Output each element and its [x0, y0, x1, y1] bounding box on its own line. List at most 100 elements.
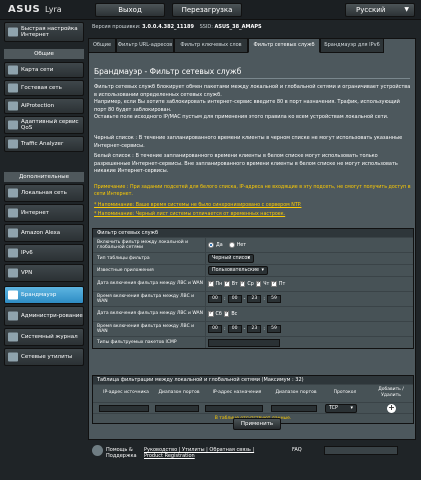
- day-label: Вт: [231, 281, 238, 287]
- enable-filter-radios: Да Нет: [208, 238, 246, 252]
- language-select[interactable]: Русский ▼: [345, 3, 415, 17]
- filter-type-row: Тип таблицы фильтра Черный список ▾: [93, 252, 413, 264]
- checkbox-wed[interactable]: ✓: [239, 281, 246, 287]
- start-minute-input[interactable]: 00: [227, 295, 242, 303]
- tab-network-services-filter[interactable]: Фильтр сетевых служб: [248, 38, 320, 53]
- alexa-icon: [8, 228, 18, 238]
- weekday-checkboxes: ✓ Пн ✓ Вт ✓ Ср ✓ Чт ✓ Пт: [208, 277, 285, 291]
- enable-filter-row: Включить фильтр между локальной и глобал…: [93, 237, 413, 252]
- reboot-button[interactable]: Перезагрузка: [172, 3, 242, 17]
- chevron-down-icon: ▾: [350, 405, 353, 411]
- weekend-date-row: Дата включения фильтра между ЛВС и WAN ✓…: [93, 306, 413, 321]
- known-apps-select[interactable]: Пользовательские ▾: [208, 266, 268, 275]
- icmp-row: Типы фильтруемых пакетов ICMP: [93, 336, 413, 348]
- filter-settings-header: Фильтр сетевых служб: [93, 229, 413, 237]
- dest-port-input[interactable]: [271, 405, 317, 412]
- chevron-down-icon: ▾: [261, 267, 264, 273]
- tab-bar: Общие Фильтр URL-адресов Фильтр ключевых…: [88, 38, 416, 53]
- checkbox-mon[interactable]: ✓: [208, 281, 214, 287]
- rules-table-header: Таблица фильтрации между локальной и гло…: [93, 376, 413, 384]
- select-value: Черный список: [212, 256, 251, 261]
- start-hour-input[interactable]: 00: [208, 295, 222, 303]
- sidebar-item-tools[interactable]: Сетевые утилиты: [4, 348, 84, 366]
- rules-table: Таблица фильтрации между локальной и гло…: [92, 375, 414, 424]
- enable-yes-radio[interactable]: [208, 242, 214, 248]
- desc-source: Оставьте поле исходного IP/MAC пустым дл…: [94, 114, 389, 120]
- add-icon[interactable]: +: [387, 404, 396, 413]
- sidebar-item-admin[interactable]: Администри-рование: [4, 306, 84, 326]
- end-hour-input[interactable]: 23: [247, 325, 262, 333]
- home-icon: [8, 188, 18, 198]
- sidebar-item-aiprotection[interactable]: AiProtection: [4, 98, 84, 114]
- col-source-ip: IP-адрес источника: [103, 390, 149, 395]
- faq-search-input[interactable]: [324, 446, 398, 455]
- source-port-input[interactable]: [155, 405, 199, 412]
- remark-note: Примечание : При задании подсетей для бе…: [94, 185, 411, 198]
- sidebar-item-label: Интернет: [21, 210, 49, 216]
- enable-no-radio[interactable]: [228, 242, 235, 248]
- status-line: Версия прошивки: 3.0.0.4.382_11189 SSID:…: [92, 24, 266, 30]
- chevron-down-icon: ▼: [404, 6, 409, 13]
- sidebar-item-syslog[interactable]: Системный журнал: [4, 328, 84, 346]
- tab-ipv6-firewall[interactable]: Брандмауэр для IPv6: [320, 38, 384, 53]
- icmp-types-input[interactable]: [208, 338, 280, 347]
- sidebar-item-traffic[interactable]: Traffic Analyzer: [4, 136, 84, 152]
- desc-whitelist: Белый список : В течение запланированног…: [94, 153, 398, 175]
- help-support[interactable]: Помощь & Поддержка: [106, 447, 142, 459]
- checkbox-sat[interactable]: ✓: [208, 311, 214, 317]
- checkbox-thu[interactable]: ✓: [255, 281, 262, 287]
- blacklist-reminder-link[interactable]: * Напоминание: Черный лист системы отлич…: [94, 211, 412, 218]
- sidebar-item-label: Карта сети: [21, 67, 54, 73]
- tab-keyword-filter[interactable]: Фильтр ключевых слов: [174, 38, 248, 53]
- model-name: Lyra: [45, 5, 62, 14]
- sidebar-item-vpn[interactable]: VPN: [4, 264, 84, 282]
- map-icon: [8, 65, 18, 75]
- row-label: Время включения фильтра между ЛВС и WAN: [97, 293, 195, 305]
- sidebar-quick-setup[interactable]: Быстрая настройка Интернет: [4, 22, 84, 42]
- sidebar-item-label: Адаптивный сервис QoS: [21, 119, 79, 131]
- logout-button[interactable]: Выход: [95, 3, 165, 17]
- day-label: Пт: [278, 281, 286, 287]
- sidebar-item-ipv6[interactable]: IPv6: [4, 244, 84, 262]
- checkbox-tue[interactable]: ✓: [224, 281, 230, 287]
- sidebar-item-network-map[interactable]: Карта сети: [4, 62, 84, 78]
- start-hour-input[interactable]: 00: [208, 325, 222, 333]
- ssid-value: ASUS_38_AMAPS: [214, 24, 262, 30]
- weekday-date-row: Дата включения фильтра между ЛВС и WAN ✓…: [93, 276, 413, 291]
- checkbox-fri[interactable]: ✓: [271, 281, 277, 287]
- sidebar-item-guest[interactable]: Гостевая сеть: [4, 80, 84, 96]
- known-apps-row: Известные приложения Пользовательские ▾: [93, 264, 413, 276]
- weekday-time-row: Время включения фильтра между ЛВС и WAN …: [93, 291, 413, 306]
- sidebar-item-label: Быстрая настройка Интернет: [21, 26, 78, 38]
- end-minute-input[interactable]: 59: [266, 295, 281, 303]
- start-minute-input[interactable]: 00: [227, 325, 242, 333]
- ntp-reminder-link[interactable]: * Напоминание: Ваше время системы не был…: [94, 202, 412, 209]
- filter-settings-table: Фильтр сетевых служб Включить фильтр меж…: [92, 228, 414, 349]
- admin-icon: [8, 311, 18, 321]
- tab-general[interactable]: Общие: [88, 38, 116, 53]
- log-icon: [8, 332, 18, 342]
- sidebar-item-qos[interactable]: Адаптивный сервис QoS: [4, 116, 84, 134]
- sidebar-item-label: Гостевая сеть: [21, 85, 62, 91]
- end-minute-input[interactable]: 59: [266, 325, 281, 333]
- sidebar-item-wan[interactable]: Интернет: [4, 204, 84, 222]
- dest-ip-input[interactable]: [205, 405, 263, 412]
- row-label: Дата включения фильтра между ЛВС и WAN: [97, 281, 203, 287]
- fw-version[interactable]: 3.0.0.4.382_11189: [142, 24, 194, 30]
- end-hour-input[interactable]: 23: [247, 295, 262, 303]
- divider: [94, 78, 410, 79]
- col-protocol: Протокол: [333, 390, 357, 395]
- sidebar-item-firewall[interactable]: Брандмауэр: [4, 286, 84, 304]
- protocol-select[interactable]: TCP ▾: [325, 404, 357, 413]
- tab-url-filter[interactable]: Фильтр URL-адресов: [116, 38, 174, 53]
- sidebar-item-alexa[interactable]: Amazon Alexa: [4, 224, 84, 242]
- filter-type-select[interactable]: Черный список ▾: [208, 254, 254, 263]
- general-header: Общие: [4, 49, 84, 59]
- checkbox-sun[interactable]: ✓: [223, 311, 230, 317]
- sidebar-item-lan[interactable]: Локальная сеть: [4, 184, 84, 202]
- footer-links[interactable]: Руководство | Утилиты | Обратная связь |…: [144, 447, 272, 459]
- sidebar-item-label: Traffic Analyzer: [21, 141, 64, 147]
- no-label: Нет: [236, 242, 247, 248]
- source-ip-input[interactable]: [99, 405, 149, 412]
- apply-button[interactable]: Применить: [233, 418, 281, 430]
